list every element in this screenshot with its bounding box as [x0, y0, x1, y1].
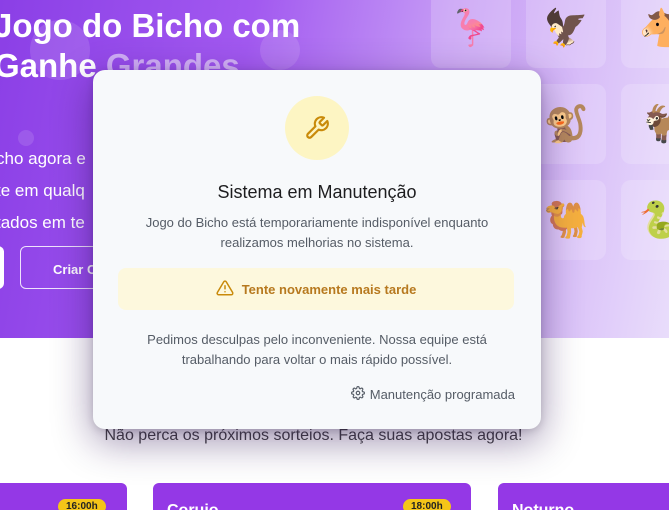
horse-icon: 🐴 [621, 0, 669, 68]
play-button[interactable] [0, 246, 4, 289]
retry-alert: Tente novamente mais tarde [118, 268, 514, 310]
goat-icon: 🐐 [621, 84, 669, 164]
modal-apology: Pedimos desculpas pelo inconveniente. No… [147, 332, 487, 367]
draw-name: Corujo [167, 502, 219, 510]
warning-icon [216, 279, 234, 300]
eagle-icon: 🦅 [526, 0, 606, 68]
maintenance-footer-text: Manutenção programada [369, 387, 515, 402]
gear-icon [350, 386, 365, 403]
modal-title: Sistema em Manutenção [217, 182, 417, 202]
draw-card[interactable]: Corujo 18:00h [153, 483, 471, 510]
draws-tagline: Não perca os próximos sorteios. Faça sua… [104, 427, 523, 444]
maintenance-modal: Sistema em Manutenção Jogo do Bicho está… [93, 70, 541, 429]
draw-time-badge: 16:00h [58, 499, 106, 510]
draw-name: Noturno [512, 502, 574, 510]
draw-time-badge: 18:00h [403, 499, 451, 510]
hero-subtitle: cho agora e te em qualq tados em te [0, 149, 86, 232]
draw-card[interactable]: Noturno [498, 483, 669, 510]
retry-alert-text: Tente novamente mais tarde [241, 281, 417, 297]
snake-icon: 🐍 [621, 180, 669, 260]
modal-description: Jogo do Bicho está temporariamente indis… [145, 215, 489, 250]
wrench-icon [285, 96, 349, 160]
draw-card[interactable]: 16:00h [0, 483, 127, 510]
flamingo-icon: 🦩 [431, 0, 511, 68]
maintenance-footer: Manutenção programada [350, 386, 515, 403]
